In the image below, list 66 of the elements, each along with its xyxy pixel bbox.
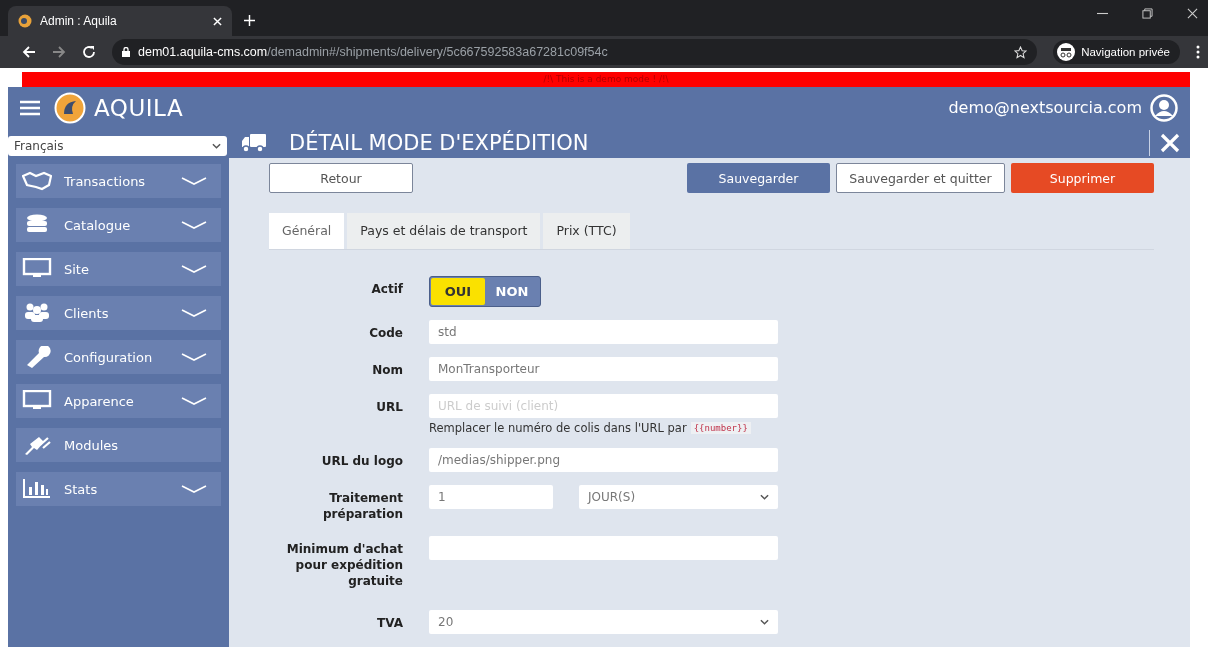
number-field[interactable]: 1 [429,485,553,509]
field-label: Actif [370,281,403,298]
field-label: Code [368,325,403,342]
page-title: DÉTAIL MODE D'EXPÉDITION [289,131,589,155]
sidebar-item[interactable]: Site [16,252,221,286]
caret-icon [760,494,769,500]
logo-icon [54,91,86,124]
text-field[interactable]: std [429,320,778,344]
text-field[interactable] [429,536,778,560]
people-icon [22,302,52,324]
sidebar-item[interactable]: Modules [16,428,221,462]
address-bar[interactable]: dem01.aquila-cms.com/demadmin#/shipments/delivery/5c667592583a67281c09f54c [112,39,1038,65]
lock-icon [122,47,130,57]
caret-icon [212,143,221,149]
language-select[interactable]: Français [8,136,227,156]
tab[interactable]: Pays et délais de transport [347,213,541,249]
profile-label: Navigation privée [1081,46,1170,58]
bar-chart-icon [22,478,52,500]
monitor-icon [22,390,52,412]
restore-icon[interactable] [1142,7,1153,19]
field-label: Minimum d'achat pour expédition gratuite [285,541,403,590]
unit-select[interactable]: JOUR(S) [579,485,778,509]
sidebar-item[interactable]: Stats [16,472,221,506]
tab[interactable]: Prix (TTC) [543,213,630,249]
user-email[interactable]: demo@nextsourcia.com [948,98,1142,117]
new-tab-icon[interactable] [244,15,255,26]
truck-icon [241,133,267,153]
forward-icon[interactable] [52,45,66,59]
menu-icon[interactable] [1196,45,1200,59]
back-button[interactable]: Retour [269,163,413,193]
banner-text: /!\ This is a demo mode ! /!\ [543,73,669,86]
reload-icon[interactable] [82,45,96,59]
user-avatar-icon[interactable] [1150,93,1178,122]
field-label: URL [375,399,403,416]
browser-tab[interactable]: Admin : Aquila [8,6,232,36]
toggle-switch[interactable]: OUI NON [429,276,541,307]
delete-button[interactable]: Supprimer [1011,163,1154,193]
code-snippet: {{number}} [690,422,751,434]
sidebar-item[interactable]: Transactions [16,164,221,198]
tab-title: Admin : Aquila [40,14,117,28]
field-label: Nom [371,362,403,379]
field-label: TVA [376,615,403,632]
field-label: URL du logo [320,453,403,470]
incognito-badge[interactable]: Navigation privée [1053,40,1180,64]
star-icon[interactable] [1014,45,1028,59]
save-button[interactable]: Sauvegarder [687,163,830,193]
monitor-icon [22,258,52,280]
close-icon[interactable] [1187,7,1198,19]
brand-name: AQUILA [94,94,184,121]
language-value: Français [14,139,64,153]
tab[interactable]: Général [269,213,345,249]
back-icon[interactable] [22,45,36,59]
help-text: Remplacer le numéro de colis dans l'URL par [429,421,687,435]
text-field[interactable]: MonTransporteur [429,357,778,381]
incognito-icon [1057,43,1076,61]
field-label: Traitement préparation [322,490,403,523]
caret-icon [760,619,769,625]
sidebar-item[interactable]: Apparence [16,384,221,418]
select-field[interactable]: 20 [429,610,778,634]
sidebar-item[interactable]: Catalogue [16,208,221,242]
sidebar-item[interactable]: Clients [16,296,221,330]
close-tab-icon[interactable] [213,16,222,26]
save-and-quit-button[interactable]: Sauvegarder et quitter [836,163,1005,193]
globe-icon [18,14,32,28]
text-field[interactable]: /medias/shipper.png [429,448,778,472]
sidebar-item[interactable]: Configuration [16,340,221,374]
